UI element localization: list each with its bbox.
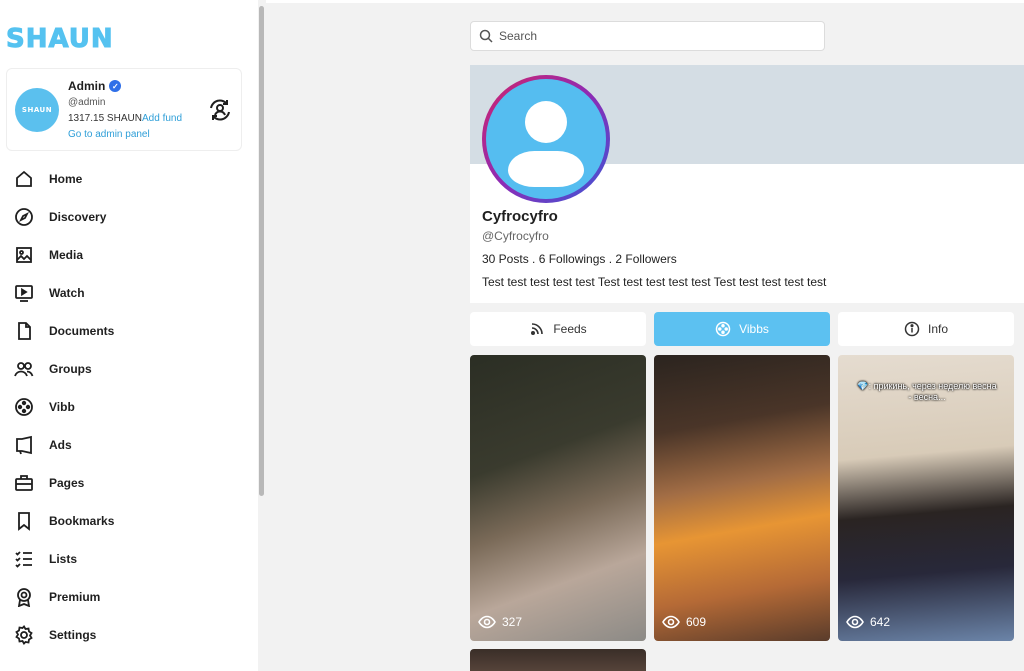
profile-name: Cyfrocyfro [482,208,558,225]
switch-account-icon[interactable] [207,97,233,123]
sidebar-item-pages[interactable]: Pages [14,464,244,502]
gear-icon [15,625,33,645]
rss-icon [531,323,544,336]
compass-icon [15,208,33,226]
home-icon [16,170,32,187]
view-count: 609 [662,613,706,631]
sidebar-item-documents[interactable]: Documents [14,312,244,350]
user-name[interactable]: Admin ✓ [68,79,122,93]
profile-bio: Test test test test test Test test test … [482,275,827,289]
image-icon [16,247,32,263]
sidebar-item-ads[interactable]: Ads [14,426,244,464]
sidebar-item-lists[interactable]: Lists [14,540,244,578]
default-avatar-icon [486,79,606,199]
search-input[interactable] [499,29,799,43]
sidebar-item-label: Media [49,248,84,262]
vibb-caption: 💎: прикинь, через неделю весна - весна..… [857,381,997,402]
view-count: 327 [478,613,522,631]
profile-avatar[interactable] [482,75,610,203]
sidebar-item-premium[interactable]: Premium [14,578,244,616]
sidebar-item-label: Bookmarks [49,514,115,528]
sidebar-item-groups[interactable]: Groups [14,350,244,388]
sidebar-item-label: Watch [49,286,85,300]
verified-icon: ✓ [109,80,122,92]
award-icon [17,588,31,607]
sidebar-item-label: Discovery [49,210,107,224]
profile-card: Cyfrocyfro @Cyfrocyfro 30 Posts . 6 Foll… [470,65,1024,303]
logo[interactable]: SHAUN [6,24,114,55]
checklist-icon [15,551,32,568]
profile-tabs: Feeds Vibbs Info [470,312,1024,346]
briefcase-icon [15,475,33,491]
sidebar-item-label: Documents [49,324,115,338]
document-icon [18,322,31,340]
vibb-thumbnail[interactable]: 609 [654,355,830,641]
admin-panel-link[interactable]: Go to admin panel [68,129,150,140]
profile-handle: @Cyfrocyfro [482,229,549,243]
sidebar-item-label: Premium [49,590,101,604]
film-reel-icon [15,398,33,416]
sidebar-item-settings[interactable]: Settings [14,616,244,654]
eye-icon [846,615,864,629]
avatar-text: SHAUN [21,106,53,114]
vibb-thumbnail[interactable] [470,649,646,671]
play-icon [15,285,33,302]
sidebar-item-vibb[interactable]: Vibb [14,388,244,426]
user-name-text: Admin [68,79,106,93]
sidebar-item-label: Groups [49,362,92,376]
view-count-text: 642 [870,615,891,629]
sidebar-item-label: Ads [49,438,72,452]
sidebar-item-label: Home [49,172,83,186]
tab-label: Info [927,322,948,336]
film-reel-icon [715,321,731,337]
user-card: SHAUN Admin ✓ @admin 1317.15 SHAUN Add f… [6,68,242,151]
tab-label: Vibbs [739,322,769,336]
sidebar-item-label: Vibb [49,400,75,414]
view-count-text: 327 [502,615,523,629]
view-count: 642 [846,613,890,631]
search-icon [479,29,493,43]
tab-vibbs[interactable]: Vibbs [654,312,830,346]
sidebar-item-label: Settings [49,628,97,642]
info-icon [904,321,920,337]
main-content: Cyfrocyfro @Cyfrocyfro 30 Posts . 6 Foll… [266,0,1024,671]
tab-label: Feeds [553,322,587,336]
add-fund-link[interactable]: Add fund [142,113,182,124]
megaphone-icon [16,435,32,455]
view-count-text: 609 [686,615,707,629]
sidebar-item-label: Pages [49,476,85,490]
sidebar-item-label: Lists [49,552,78,566]
tab-feeds[interactable]: Feeds [470,312,646,346]
eye-icon [478,615,496,629]
bookmark-icon [18,512,30,531]
sidebar-scrollbar[interactable] [259,6,264,496]
eye-icon [662,615,680,629]
groups-icon [14,362,34,377]
vibb-thumbnail[interactable]: 327 [470,355,646,641]
search-bar[interactable] [470,21,825,51]
sidebar-item-home[interactable]: Home [14,160,244,198]
top-divider [266,0,1024,3]
sidebar-item-watch[interactable]: Watch [14,274,244,312]
avatar[interactable]: SHAUN [15,88,59,132]
sidebar-item-bookmarks[interactable]: Bookmarks [14,502,244,540]
sidebar: SHAUN SHAUN Admin ✓ @admin 1317.15 SHAUN… [0,0,264,671]
user-handle: @admin [68,97,106,108]
vibb-thumbnail[interactable]: 💎: прикинь, через неделю весна - весна..… [838,355,1014,641]
sidebar-item-discovery[interactable]: Discovery [14,198,244,236]
sidebar-item-media[interactable]: Media [14,236,244,274]
tab-info[interactable]: Info [838,312,1014,346]
profile-stats[interactable]: 30 Posts . 6 Followings . 2 Followers [482,252,677,266]
user-balance: 1317.15 SHAUN [68,113,142,124]
logo-text: SHAUN [6,24,114,55]
